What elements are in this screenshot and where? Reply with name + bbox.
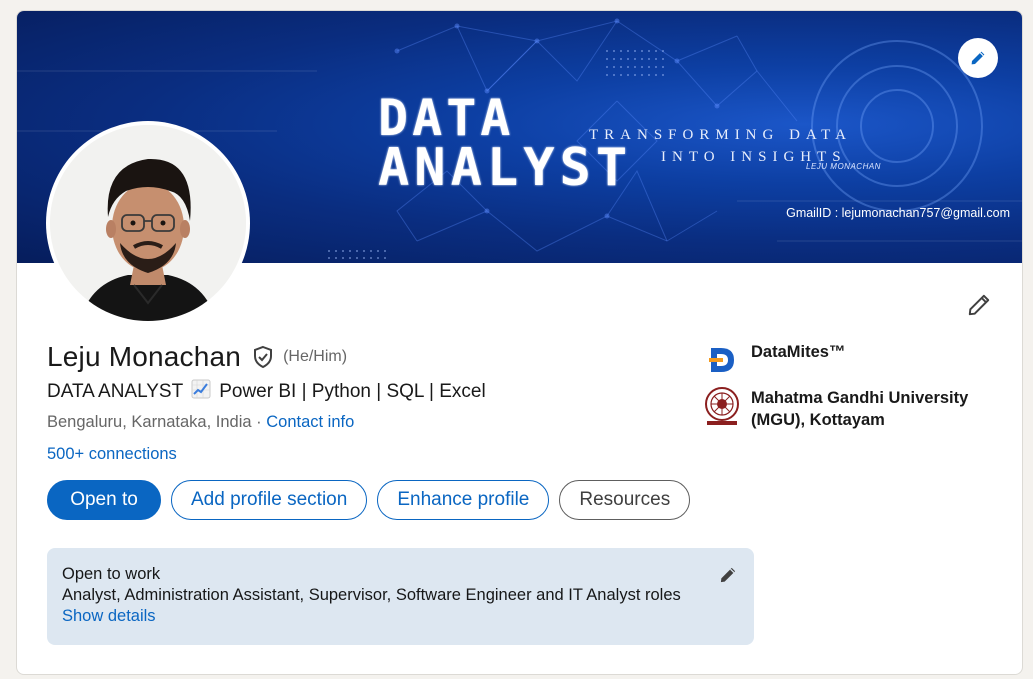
headline-title: DATA ANALYST [47,381,184,402]
profile-card: DATA ANALYST TRANSFORMING DATA INTO INSI… [16,10,1023,675]
pencil-icon [968,294,990,316]
banner-tagline-line1: TRANSFORMING DATA [589,127,852,143]
current-company-item[interactable]: DataMites™ [703,341,845,379]
location-row: Bengaluru, Karnataka, India · Contact in… [47,413,354,432]
company-name: DataMites™ [751,343,846,361]
headline: DATA ANALYST Power BI | Python | SQL | E… [47,379,486,405]
resources-button[interactable]: Resources [559,480,691,520]
pencil-icon [720,567,736,583]
open-to-work-card: Open to work Analyst, Administration Ass… [47,548,754,645]
education-item[interactable]: Mahatma Gandhi University (MGU), Kottaya… [703,387,968,431]
pencil-icon [971,51,985,65]
name-row: Leju Monachan (He/Him) [47,341,347,373]
chart-increasing-icon [191,379,211,405]
separator: · [251,413,267,431]
headline-skills: Power BI | Python | SQL | Excel [219,381,486,402]
verified-shield-icon[interactable] [251,345,275,369]
profile-name: Leju Monachan [47,341,242,372]
avatar-person-illustration [50,125,246,321]
enhance-profile-button[interactable]: Enhance profile [377,480,550,520]
contact-info-link[interactable]: Contact info [266,413,354,431]
action-buttons: Open to Add profile section Enhance prof… [47,480,691,520]
avatar[interactable] [46,121,250,325]
open-to-button[interactable]: Open to [47,480,161,520]
show-details-link[interactable]: Show details [62,607,156,626]
edit-intro-button[interactable] [962,288,996,322]
location: Bengaluru, Karnataka, India [47,413,252,431]
open-to-work-roles: Analyst, Administration Assistant, Super… [62,586,681,604]
education-name-line1: Mahatma Gandhi University [751,389,969,407]
datamites-logo-icon [703,341,741,379]
pronouns: (He/Him) [283,348,348,365]
university-seal-icon [703,387,741,425]
education-name: Mahatma Gandhi University (MGU), Kottaya… [751,387,968,431]
education-name-line2: (MGU), Kottayam [751,411,885,429]
connections-link[interactable]: 500+ connections [47,445,177,464]
open-to-work-title: Open to work [62,565,161,583]
edit-banner-button[interactable] [958,38,998,78]
banner-author: LEJU MONACHAN [806,162,881,171]
edit-open-to-work-button[interactable] [716,563,740,587]
avatar-photo [50,125,246,321]
banner-email: GmailID : lejumonachan757@gmail.com [786,206,1010,220]
add-profile-section-button[interactable]: Add profile section [171,480,368,520]
